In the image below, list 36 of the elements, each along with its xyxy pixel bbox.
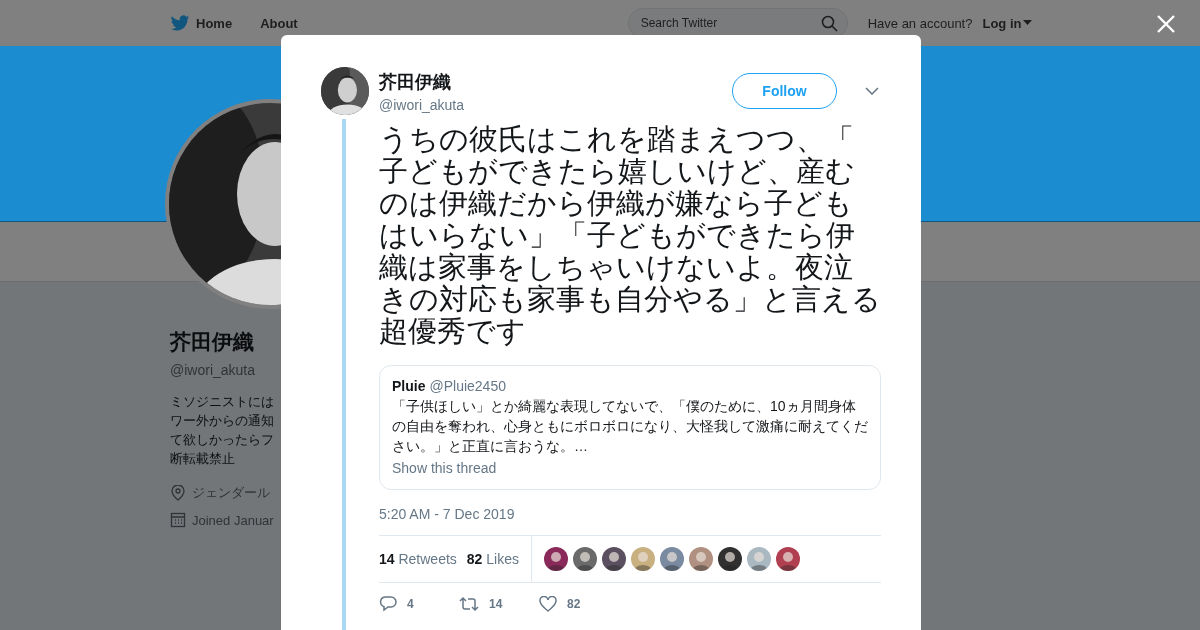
like-button[interactable]: 82 — [539, 596, 619, 612]
author-name: 芥田伊織 — [379, 70, 452, 94]
calendar-icon — [170, 512, 186, 528]
tweet-text: うちの彼氏はこれを踏まえつつ、「子どもができたら嬉しいけど、産むのは伊織だから伊織が嫌なら子どもはいらない」「子どもができたら伊織は家事をしちゃいけないよ。夜泣きの対応も家事も自分やる」と言える超優秀です — [379, 123, 881, 347]
nav-link[interactable]: About — [260, 15, 298, 31]
location-pin-icon — [170, 485, 186, 501]
profile-joined: Joined Januar — [192, 512, 274, 528]
quoted-tweet[interactable]: Pluie @Pluie2450 「子供ほしい」とか綺麗な表現してないで、「僕のために、10ヵ月間身体の自由を奪われ、心身ともにボロボロになり、大怪我して激痛に耐えてください。」と正直に言おうな。… Show this thread — [379, 365, 881, 490]
bio-line: ミソジニストには — [170, 393, 275, 411]
caret-icon — [1023, 20, 1033, 26]
search-icon — [820, 15, 838, 32]
quoted-text: 「子供ほしい」とか綺麗な表現してないで、「僕のために、10ヵ月間身体の自由を奪われ、心身ともにボロボロになり、大怪我して激痛に耐えてください。」と正直に言おうな。… — [392, 397, 868, 456]
bird-icon — [170, 14, 190, 32]
chevron-down-icon[interactable] — [865, 87, 879, 95]
bio-line: ワー外からの通知 — [170, 412, 275, 430]
retweet-icon — [459, 596, 479, 612]
tweet-timestamp: 5:20 AM - 7 Dec 2019 — [379, 506, 516, 522]
heart-icon — [539, 596, 557, 612]
retweet-button[interactable]: 14 — [459, 596, 539, 612]
close-icon[interactable] — [1156, 14, 1176, 34]
login-link[interactable]: Log in — [982, 15, 1033, 31]
search-field[interactable]: Search Twitter — [627, 8, 848, 38]
show-thread-link[interactable]: Show this thread — [392, 460, 497, 476]
stat-count[interactable]: 14 Retweets — [379, 551, 457, 567]
reply-button[interactable]: 4 — [379, 596, 459, 612]
quoted-author: Pluie @Pluie2450 — [392, 378, 507, 394]
bio-line: 断転載禁止 — [170, 450, 236, 468]
account-prompt: Have an account? — [867, 15, 973, 31]
stat-count[interactable]: 82 Likes — [466, 551, 519, 567]
bio-line: て欲しかったらフ — [170, 431, 275, 449]
author-handle: @iwori_akuta — [379, 96, 466, 113]
follow-button[interactable]: Follow — [732, 73, 837, 109]
nav-link[interactable]: Home — [170, 14, 233, 32]
speech-bubble-icon — [379, 596, 397, 612]
profile-name: 芥田伊織 — [170, 329, 255, 355]
profile-handle: @iwori_akuta — [170, 362, 257, 378]
